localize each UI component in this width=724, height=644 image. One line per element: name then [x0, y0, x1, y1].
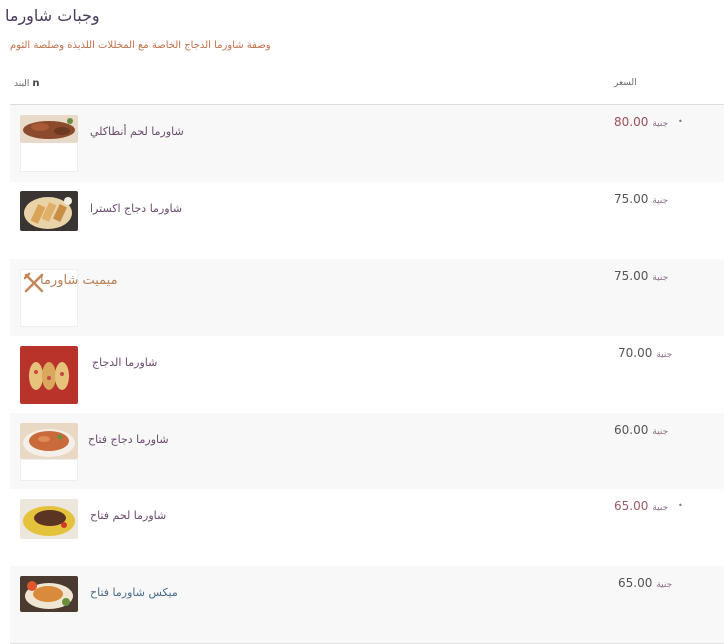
table-row[interactable]: شاورما دجاج فتاح 60.00 جنية: [10, 413, 724, 491]
item-price: 80.00 جنية: [614, 115, 669, 129]
mix-fattah-image[interactable]: [20, 576, 78, 612]
item-name[interactable]: شاورما الدجاج: [92, 356, 157, 369]
item-price: 60.00 جنية: [614, 423, 669, 437]
item-name[interactable]: شاورما دجاج فتاح: [88, 433, 169, 446]
table-row[interactable]: شاورما لحم فتاح • 65.00 جنية: [10, 489, 724, 567]
item-price: 70.00 جنية: [618, 346, 673, 360]
image-placeholder: [20, 459, 78, 481]
page-subtitle: وصفة شاورما الدجاج الخاصة مع المخللات ال…: [10, 40, 271, 51]
item-price: 75.00 جنية: [614, 269, 669, 283]
column-header-item: البند n: [14, 78, 40, 89]
table-row[interactable]: ميميت شاورما 75.00 جنية: [10, 259, 724, 337]
item-name[interactable]: ميميت شاورما: [40, 273, 118, 288]
image-placeholder: [20, 143, 78, 172]
table-header: البند n السعر: [10, 74, 724, 105]
item-name[interactable]: ميكس شاورما فتاح: [90, 586, 178, 599]
bullet-icon: •: [678, 117, 683, 126]
table-row[interactable]: شاورما دجاج اكسترا 75.00 جنية: [10, 182, 724, 260]
item-name[interactable]: شاورما دجاج اكسترا: [90, 202, 182, 215]
chicken-wraps-image[interactable]: [20, 191, 78, 231]
meat-fattah-image[interactable]: [20, 499, 78, 539]
item-price: 65.00 جنية: [614, 499, 669, 513]
page-title: وجبات شاورما: [5, 6, 100, 25]
column-header-price: السعر: [614, 78, 637, 88]
table-row[interactable]: شاورما لحم أنطاكلي • 80.00 جنية: [10, 105, 724, 183]
table-row[interactable]: ميكس شاورما فتاح 65.00 جنية: [10, 566, 724, 644]
sort-marker[interactable]: n: [32, 78, 39, 89]
table-row[interactable]: شاورما الدجاج 70.00 جنية: [10, 336, 724, 414]
item-price: 65.00 جنية: [618, 576, 673, 590]
chicken-shawarma-image[interactable]: [20, 346, 78, 404]
chicken-fattah-image[interactable]: [20, 423, 78, 459]
item-price: 75.00 جنية: [614, 192, 669, 206]
item-name[interactable]: شاورما لحم فتاح: [90, 509, 166, 522]
meat-shawarma-image[interactable]: [20, 115, 78, 143]
bullet-icon: •: [678, 501, 683, 510]
item-name[interactable]: شاورما لحم أنطاكلي: [90, 125, 184, 138]
